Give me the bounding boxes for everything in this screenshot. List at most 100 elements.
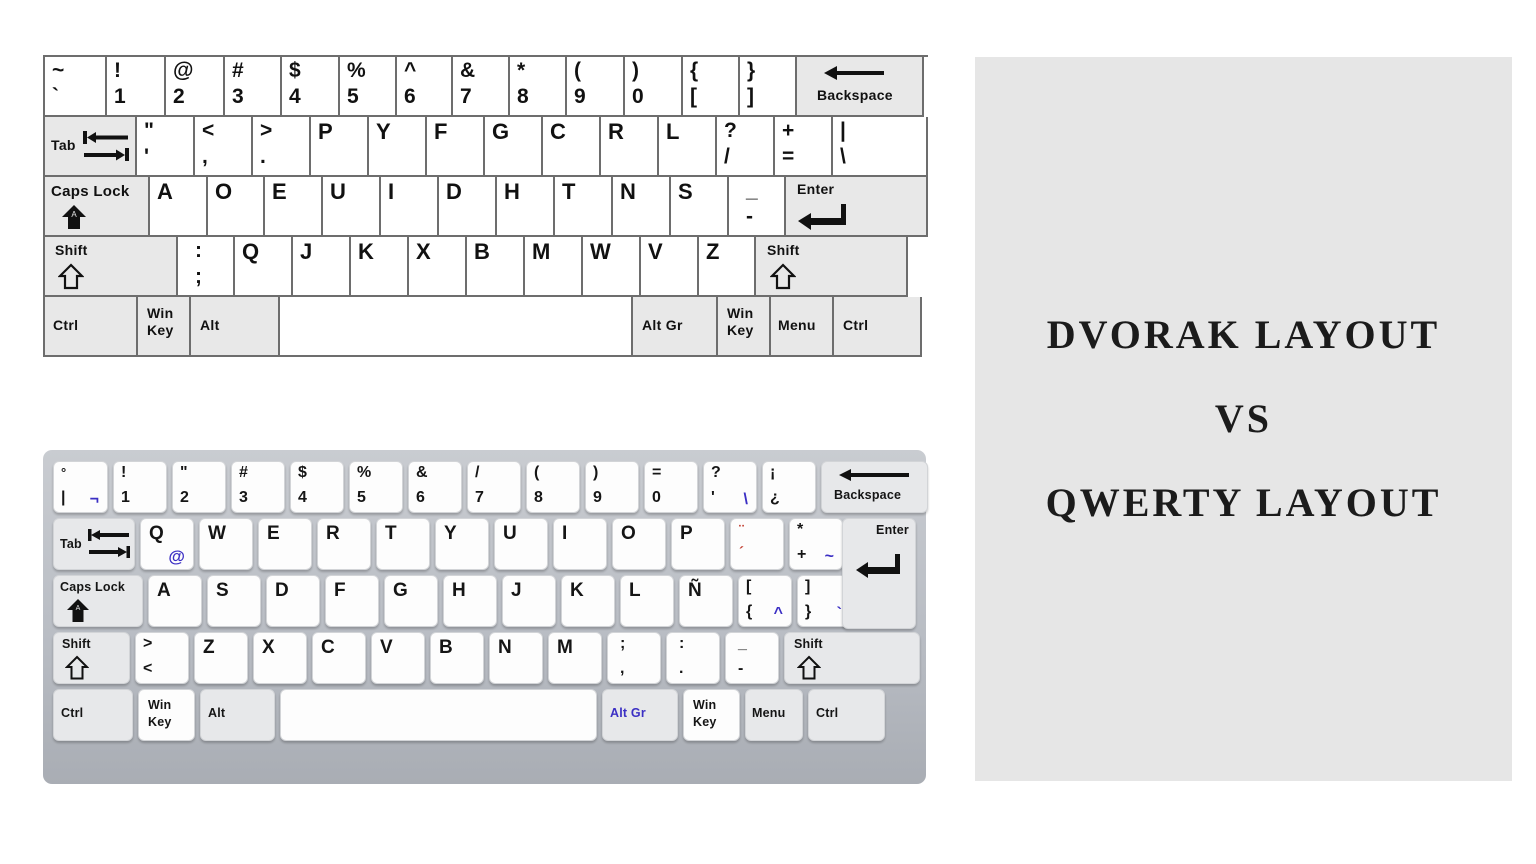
- qwerty-key-less-greater[interactable]: > <: [135, 632, 189, 684]
- qwerty-key-hyphen[interactable]: _ -: [725, 632, 779, 684]
- qwerty-key-z[interactable]: Z: [194, 632, 248, 684]
- qwerty-key-enye[interactable]: Ñ: [679, 575, 733, 627]
- qwerty-key-x[interactable]: X: [253, 632, 307, 684]
- dvorak-key-comma[interactable]: < ,: [195, 117, 253, 177]
- dvorak-key-c[interactable]: C: [543, 117, 601, 177]
- dvorak-key-alt-gr[interactable]: Alt Gr: [633, 297, 718, 357]
- qwerty-key-apostrophe[interactable]: ? ' \: [703, 461, 757, 513]
- qwerty-key-v[interactable]: V: [371, 632, 425, 684]
- dvorak-key-backtick[interactable]: ~ `: [45, 57, 107, 117]
- qwerty-key-y[interactable]: Y: [435, 518, 489, 570]
- qwerty-key-enter[interactable]: Enter: [842, 518, 916, 629]
- qwerty-key-dead-accent[interactable]: ¨ ´: [730, 518, 784, 570]
- dvorak-key-r[interactable]: R: [601, 117, 659, 177]
- qwerty-key-h[interactable]: H: [443, 575, 497, 627]
- dvorak-key-l[interactable]: L: [659, 117, 717, 177]
- dvorak-key-4[interactable]: $ 4: [282, 57, 340, 117]
- dvorak-key-x[interactable]: X: [409, 237, 467, 297]
- dvorak-key-equal[interactable]: + =: [775, 117, 833, 177]
- dvorak-key-quote[interactable]: " ': [137, 117, 195, 177]
- dvorak-key-f[interactable]: F: [427, 117, 485, 177]
- dvorak-key-tab[interactable]: Tab: [45, 117, 137, 177]
- dvorak-key-u[interactable]: U: [323, 177, 381, 237]
- qwerty-key-plus-asterisk[interactable]: * + ~: [789, 518, 843, 570]
- dvorak-key-win-left[interactable]: Win Key: [138, 297, 191, 357]
- qwerty-key-alt-left[interactable]: Alt: [200, 689, 275, 741]
- qwerty-key-0[interactable]: = 0: [644, 461, 698, 513]
- dvorak-key-shift-left[interactable]: Shift: [45, 237, 178, 297]
- dvorak-key-k[interactable]: K: [351, 237, 409, 297]
- qwerty-key-m[interactable]: M: [548, 632, 602, 684]
- qwerty-key-j[interactable]: J: [502, 575, 556, 627]
- qwerty-key-d[interactable]: D: [266, 575, 320, 627]
- dvorak-key-semicolon[interactable]: : ;: [178, 237, 235, 297]
- qwerty-key-alt-gr[interactable]: Alt Gr: [602, 689, 678, 741]
- dvorak-key-1[interactable]: ! 1: [107, 57, 166, 117]
- qwerty-key-r[interactable]: R: [317, 518, 371, 570]
- dvorak-key-t[interactable]: T: [555, 177, 613, 237]
- qwerty-key-comma[interactable]: ; ,: [607, 632, 661, 684]
- qwerty-key-6[interactable]: & 6: [408, 461, 462, 513]
- dvorak-key-space[interactable]: [280, 297, 633, 357]
- qwerty-key-n[interactable]: N: [489, 632, 543, 684]
- dvorak-key-ctrl-left[interactable]: Ctrl: [45, 297, 138, 357]
- dvorak-key-n[interactable]: N: [613, 177, 671, 237]
- qwerty-key-7[interactable]: / 7: [467, 461, 521, 513]
- qwerty-key-space[interactable]: [280, 689, 597, 741]
- qwerty-key-s[interactable]: S: [207, 575, 261, 627]
- qwerty-key-c[interactable]: C: [312, 632, 366, 684]
- dvorak-key-alt-left[interactable]: Alt: [191, 297, 280, 357]
- dvorak-key-backslash[interactable]: | \: [833, 117, 928, 177]
- qwerty-key-period[interactable]: : .: [666, 632, 720, 684]
- dvorak-key-backspace[interactable]: Backspace: [797, 57, 924, 117]
- qwerty-key-backspace[interactable]: Backspace: [821, 461, 928, 513]
- dvorak-key-g[interactable]: G: [485, 117, 543, 177]
- qwerty-key-9[interactable]: ) 9: [585, 461, 639, 513]
- dvorak-key-o[interactable]: O: [208, 177, 265, 237]
- qwerty-key-8[interactable]: ( 8: [526, 461, 580, 513]
- dvorak-key-e[interactable]: E: [265, 177, 323, 237]
- dvorak-key-0[interactable]: ) 0: [625, 57, 683, 117]
- dvorak-key-5[interactable]: % 5: [340, 57, 397, 117]
- dvorak-key-q[interactable]: Q: [235, 237, 293, 297]
- qwerty-key-bracket-open[interactable]: [ { ^: [738, 575, 792, 627]
- dvorak-key-bracket-right[interactable]: } ]: [740, 57, 797, 117]
- dvorak-key-d[interactable]: D: [439, 177, 497, 237]
- dvorak-key-enter[interactable]: Enter: [786, 177, 928, 237]
- dvorak-key-s[interactable]: S: [671, 177, 729, 237]
- qwerty-key-i[interactable]: I: [553, 518, 607, 570]
- qwerty-key-2[interactable]: " 2: [172, 461, 226, 513]
- dvorak-key-y[interactable]: Y: [369, 117, 427, 177]
- qwerty-key-k[interactable]: K: [561, 575, 615, 627]
- qwerty-key-caps-lock[interactable]: Caps Lock A: [53, 575, 143, 627]
- dvorak-key-slash[interactable]: ? /: [717, 117, 775, 177]
- dvorak-key-p[interactable]: P: [311, 117, 369, 177]
- dvorak-key-w[interactable]: W: [583, 237, 641, 297]
- qwerty-key-b[interactable]: B: [430, 632, 484, 684]
- qwerty-key-e[interactable]: E: [258, 518, 312, 570]
- qwerty-key-tab[interactable]: Tab: [53, 518, 135, 570]
- qwerty-key-a[interactable]: A: [148, 575, 202, 627]
- qwerty-key-w[interactable]: W: [199, 518, 253, 570]
- qwerty-key-1[interactable]: ! 1: [113, 461, 167, 513]
- qwerty-key-5[interactable]: % 5: [349, 461, 403, 513]
- dvorak-key-menu[interactable]: Menu: [771, 297, 834, 357]
- dvorak-key-bracket-left[interactable]: { [: [683, 57, 740, 117]
- qwerty-key-shift-right[interactable]: Shift: [784, 632, 920, 684]
- dvorak-key-win-right[interactable]: Win Key: [718, 297, 771, 357]
- dvorak-key-3[interactable]: # 3: [225, 57, 282, 117]
- dvorak-key-caps-lock[interactable]: Caps Lock A: [45, 177, 150, 237]
- dvorak-key-a[interactable]: A: [150, 177, 208, 237]
- dvorak-key-m[interactable]: M: [525, 237, 583, 297]
- dvorak-key-ctrl-right[interactable]: Ctrl: [834, 297, 922, 357]
- qwerty-key-win-left[interactable]: Win Key: [138, 689, 195, 741]
- qwerty-key-4[interactable]: $ 4: [290, 461, 344, 513]
- dvorak-key-6[interactable]: ^ 6: [397, 57, 453, 117]
- dvorak-key-8[interactable]: * 8: [510, 57, 567, 117]
- qwerty-key-exclamation-inverted[interactable]: ¡ ¿: [762, 461, 816, 513]
- qwerty-key-g[interactable]: G: [384, 575, 438, 627]
- dvorak-key-2[interactable]: @ 2: [166, 57, 225, 117]
- dvorak-key-b[interactable]: B: [467, 237, 525, 297]
- dvorak-key-9[interactable]: ( 9: [567, 57, 625, 117]
- qwerty-key-menu[interactable]: Menu: [745, 689, 803, 741]
